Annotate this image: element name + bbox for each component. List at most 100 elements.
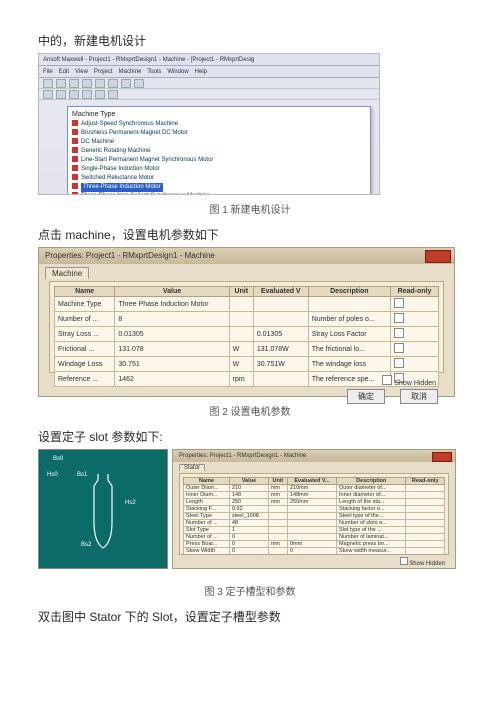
col-unit: Unit [229, 287, 253, 297]
table-row[interactable]: Stacking F...0.92Stacking factor o... [184, 506, 445, 513]
col-description: Description [308, 287, 390, 297]
dim-hs0: Hs0 [47, 472, 58, 478]
paragraph-4: 双击图中 Stator 下的 Slot，设置定子槽型参数 [38, 608, 462, 625]
readonly-checkbox[interactable] [394, 343, 404, 353]
menu-help[interactable]: Help [195, 69, 207, 75]
menu-bar[interactable]: File Edit View Project Machine Tools Win… [39, 66, 379, 78]
tab-stator[interactable]: Stator [179, 464, 205, 471]
table-row[interactable]: Inner Diam...148mm148mmInner diameter of… [184, 492, 445, 499]
paragraph-2: 点击 machine，设置电机参数如下 [38, 226, 462, 243]
menu-file[interactable]: File [43, 69, 53, 75]
motor-icon [72, 174, 78, 180]
table-row[interactable]: Windage Loss30.751W30.751WThe windage lo… [55, 357, 439, 372]
show-hidden-checkbox[interactable] [382, 375, 392, 385]
paragraph-1: 中的，新建电机设计 [38, 32, 462, 49]
show-hidden-row: Show Hidden [39, 373, 454, 387]
table-row[interactable]: Machine TypeThree Phase Induction Motor [55, 297, 439, 312]
list-item[interactable]: Adjust-Speed Synchronous Machine [72, 120, 366, 129]
toolbar-button[interactable] [56, 79, 66, 88]
toolbar-button[interactable] [95, 90, 105, 99]
properties-inset: Name Value Unit Evaluated V Description … [49, 281, 444, 373]
list-item-selected[interactable]: Three-Phase Induction Motor [72, 183, 366, 192]
motor-icon [72, 165, 78, 171]
dialog-title: Properties: Project1 - RMxprtDesign1 - M… [173, 450, 455, 462]
table-row[interactable]: Number of ...48Number of slots o... [184, 520, 445, 527]
toolbar-button[interactable] [134, 79, 144, 88]
menu-edit[interactable]: Edit [59, 69, 69, 75]
list-item[interactable]: Generic Rotating Machine [72, 147, 366, 156]
machine-type-list[interactable]: Adjust-Speed Synchronous Machine Brushle… [72, 120, 366, 195]
toolbar-button[interactable] [69, 79, 79, 88]
close-icon[interactable] [432, 452, 452, 462]
table-row[interactable]: Length250mm250mmLength of the sta... [184, 499, 445, 506]
table-row[interactable]: Outer Diam...210mm210mmOuter diameter of… [184, 485, 445, 492]
figure-2-caption: 图 2 设置电机参数 [38, 403, 462, 418]
dim-hs2: Hs2 [125, 500, 136, 506]
toolbar-button[interactable] [82, 79, 92, 88]
toolbar-button[interactable] [69, 90, 79, 99]
dim-bs1: Bs1 [77, 472, 87, 478]
table-row[interactable]: Frictional ...131.078W131.078WThe fricti… [55, 342, 439, 357]
dialog-buttons: 确定 取消 [173, 567, 455, 569]
motor-icon [72, 120, 78, 126]
properties-inset: NameValueUnitEvaluated V...DescriptionRe… [179, 473, 449, 555]
stator-table: NameValueUnitEvaluated V...DescriptionRe… [183, 477, 445, 555]
list-item[interactable]: Three-Phase Non-Salient Synchronous Mach… [72, 192, 366, 195]
figure-stator-slot: Bs0 Hs0 Bs1 Hs2 Bs2 Properties: Project1… [38, 449, 462, 569]
table-row[interactable]: Slot Type1Slot type of the ... [184, 527, 445, 534]
dim-bs0: Bs0 [53, 456, 63, 462]
toolbar-button[interactable] [121, 79, 131, 88]
toolbar-row-1 [39, 78, 379, 89]
motor-icon [72, 138, 78, 144]
list-item[interactable]: Line-Start Permanent Magnet Synchronous … [72, 156, 366, 165]
menu-machine[interactable]: Machine [119, 69, 142, 75]
dim-bs2: Bs2 [81, 542, 91, 548]
col-value: Value [115, 287, 229, 297]
table-row[interactable]: Skew Width00Skew width measur... [184, 548, 445, 555]
table-row[interactable]: Press Boar...0mm0mmMagnetic press bo... [184, 541, 445, 548]
table-row[interactable]: Stray Loss ...0.013050.01305Stray Loss F… [55, 327, 439, 342]
motor-icon [72, 192, 78, 195]
toolbar-button[interactable] [56, 90, 66, 99]
toolbar-button[interactable] [95, 79, 105, 88]
table-row[interactable]: Steel Typesteel_1008Steel type of the... [184, 513, 445, 520]
close-icon[interactable] [425, 250, 451, 263]
ok-button[interactable]: 确定 [347, 389, 385, 404]
list-item[interactable]: DC Machine [72, 138, 366, 147]
app-titlebar: Ansoft Maxwell - Project1 - RMxprtDesign… [39, 54, 379, 66]
table-row[interactable]: Number of ...8Number of poles o... [55, 312, 439, 327]
show-hidden-checkbox[interactable] [400, 557, 408, 565]
list-item[interactable]: Brushless Permanent-Magnet DC Motor [72, 129, 366, 138]
motor-icon [72, 156, 78, 162]
motor-icon [72, 147, 78, 153]
tab-machine[interactable]: Machine [45, 267, 89, 279]
table-row[interactable]: Number of ...0Number of laminat... [184, 534, 445, 541]
motor-icon [72, 129, 78, 135]
toolbar-button[interactable] [43, 90, 53, 99]
readonly-checkbox[interactable] [394, 328, 404, 338]
cancel-button[interactable]: 取消 [400, 389, 438, 404]
col-readonly: Read-only [390, 287, 438, 297]
motor-icon [72, 183, 78, 189]
menu-view[interactable]: View [75, 69, 88, 75]
slot-diagram: Bs0 Hs0 Bs1 Hs2 Bs2 [38, 449, 168, 569]
toolbar-button[interactable] [108, 90, 118, 99]
tab-bar: Stator [173, 462, 455, 471]
panel-title: Machine Type [72, 111, 366, 118]
toolbar-button[interactable] [82, 90, 92, 99]
readonly-checkbox[interactable] [394, 313, 404, 323]
menu-project[interactable]: Project [94, 69, 113, 75]
toolbar-button[interactable] [108, 79, 118, 88]
list-item[interactable]: Single-Phase Induction Motor [72, 165, 366, 174]
figure-3-caption: 图 3 定子槽型和参数 [38, 583, 462, 598]
toolbar-button[interactable] [43, 79, 53, 88]
paragraph-3: 设置定子 slot 参数如下: [38, 428, 462, 445]
menu-tools[interactable]: Tools [147, 69, 161, 75]
toolbar-row-2 [39, 89, 379, 100]
readonly-checkbox[interactable] [394, 358, 404, 368]
readonly-checkbox[interactable] [394, 298, 404, 308]
dialog-title: Properties: Project1 - RMxprtDesign1 - M… [39, 248, 454, 264]
list-item[interactable]: Switched Reluctance Motor [72, 174, 366, 183]
figure-new-motor-design: Ansoft Maxwell - Project1 - RMxprtDesign… [38, 53, 380, 195]
menu-window[interactable]: Window [167, 69, 188, 75]
